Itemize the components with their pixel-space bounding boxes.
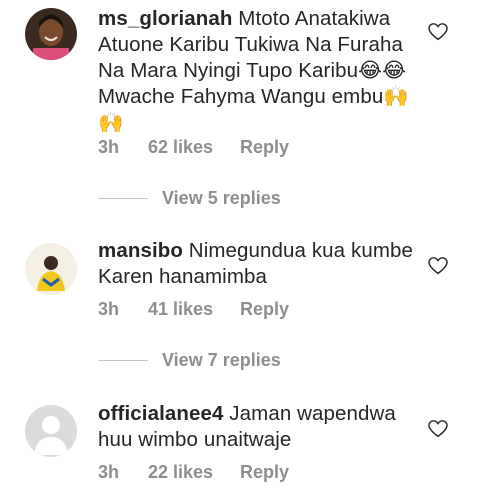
avatar[interactable] — [25, 405, 77, 457]
view-replies-button[interactable]: View 7 replies — [98, 350, 281, 371]
comment-likes[interactable]: 22 likes — [148, 462, 240, 483]
comment-text: officialanee4 Jaman wapendwa huu wimbo u… — [98, 401, 418, 453]
comment-username[interactable]: mansibo — [98, 239, 183, 262]
comment-meta: 3h 41 likes Reply — [98, 299, 289, 320]
avatar[interactable] — [25, 243, 77, 295]
reply-button[interactable]: Reply — [240, 137, 289, 158]
reply-button[interactable]: Reply — [240, 462, 289, 483]
comment-text: mansibo Nimegundua kua kumbe Karen hanam… — [98, 238, 418, 290]
comment-text: ms_glorianah Mtoto Anatakiwa Atuone Kari… — [98, 6, 418, 136]
view-replies-label: View 7 replies — [162, 350, 281, 370]
view-replies-label: View 5 replies — [162, 188, 281, 208]
heart-icon[interactable] — [428, 420, 448, 438]
reply-button[interactable]: Reply — [240, 299, 289, 320]
comment-username[interactable]: officialanee4 — [98, 402, 224, 425]
avatar[interactable] — [25, 8, 77, 60]
view-replies-button[interactable]: View 5 replies — [98, 188, 281, 209]
comment-likes[interactable]: 62 likes — [148, 137, 240, 158]
comment-username[interactable]: ms_glorianah — [98, 7, 233, 30]
comment-likes[interactable]: 41 likes — [148, 299, 240, 320]
replies-divider — [98, 198, 148, 199]
comment-time: 3h — [98, 462, 120, 482]
comment-time: 3h — [98, 299, 120, 319]
replies-divider — [98, 360, 148, 361]
comment-meta: 3h 62 likes Reply — [98, 137, 289, 158]
comment-meta: 3h 22 likes Reply — [98, 462, 289, 483]
heart-icon[interactable] — [428, 23, 448, 41]
comment-time: 3h — [98, 137, 120, 157]
heart-icon[interactable] — [428, 257, 448, 275]
